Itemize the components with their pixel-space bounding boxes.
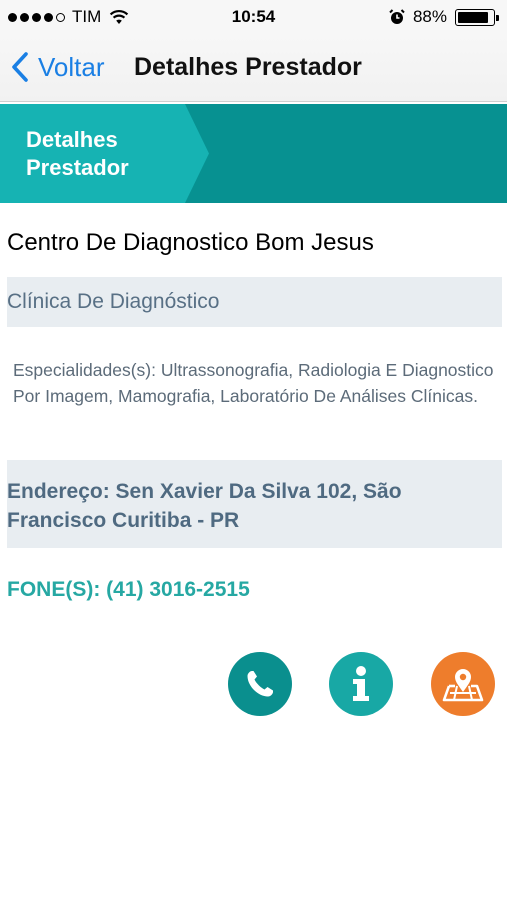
category-band: Clínica De Diagnóstico [7,277,502,327]
provider-address: Endereço: Sen Xavier Da Silva 102, São F… [7,480,402,532]
battery-fill [458,11,488,23]
chevron-left-icon [12,52,28,82]
navigation-bar: Voltar Detalhes Prestador [0,36,507,102]
provider-name: Centro De Diagnostico Bom Jesus [7,229,374,256]
map-button[interactable] [431,652,495,716]
page-title: Detalhes Prestador [134,53,362,81]
back-button[interactable]: Voltar [10,51,105,83]
phone-icon [247,671,273,697]
info-button[interactable] [329,652,393,716]
battery-icon [455,8,499,26]
call-button[interactable] [228,652,292,716]
provider-phone: FONE(S): (41) 3016-2515 [7,578,250,601]
address-band: Endereço: Sen Xavier Da Silva 102, São F… [7,460,502,548]
status-bar: TIM 10:54 88% [0,0,507,36]
breadcrumb-item-detalhes-prestador[interactable]: Detalhes Prestador [26,126,176,182]
provider-category: Clínica De Diagnóstico [7,290,220,313]
alarm-clock-icon [389,9,405,24]
map-pin-icon [442,669,484,702]
back-label: Voltar [38,51,105,82]
breadcrumb: Detalhes Prestador [0,104,507,203]
provider-specialties: Especialidades(s): Ultrassonografia, Rad… [13,360,494,406]
status-right: 88% [389,7,499,27]
info-icon [353,666,369,701]
battery-percent: 88% [412,7,447,26]
